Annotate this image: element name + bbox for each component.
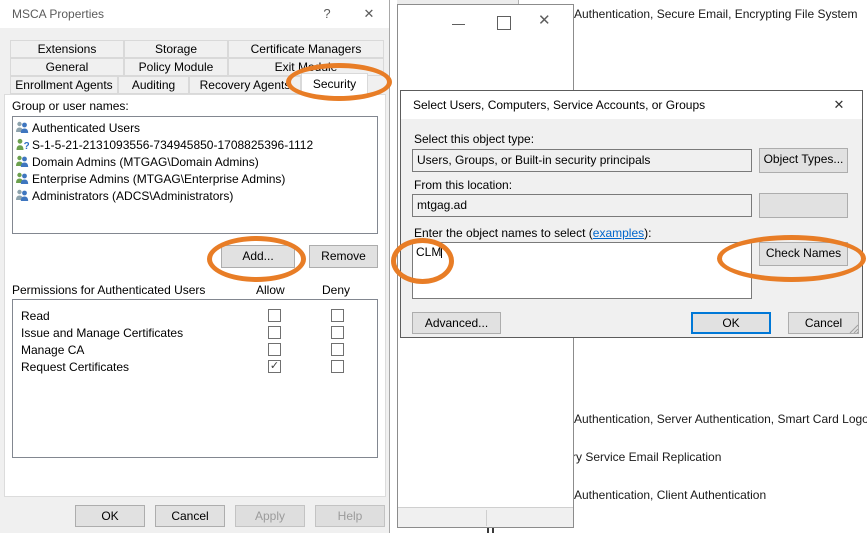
allow-column-header: Allow [256,283,285,297]
help-icon[interactable]: ? [314,5,340,23]
msca-properties-dialog: MSCA Properties ? ✕ Extensions Storage C… [0,0,390,533]
allow-checkbox-request-certificates[interactable]: ✓ [268,360,281,373]
tab-security[interactable]: Security [301,73,368,95]
permissions-label: Permissions for Authenticated Users [12,283,205,297]
title-bar: Select Users, Computers, Service Account… [401,91,862,119]
tab-storage[interactable]: Storage [124,40,228,58]
label-text: Enter the object names to select ( [414,226,593,240]
clipped-text-fragment [487,528,501,533]
tab-auditing[interactable]: Auditing [118,76,189,94]
close-icon[interactable]: ✕ [356,5,382,23]
permission-row-read: Read [13,308,377,325]
select-users-dialog: Select Users, Computers, Service Account… [400,90,863,338]
object-names-label: Enter the object names to select (exampl… [414,226,651,240]
help-button[interactable]: Help [315,505,385,527]
tab-row-3: Enrollment Agents Auditing Recovery Agen… [10,76,368,94]
permission-label: Manage CA [21,343,84,357]
list-item-administrators[interactable]: Administrators (ADCS\Administrators) [13,187,377,204]
unknown-user-icon: ? [15,138,29,151]
minimize-icon[interactable] [452,24,465,25]
deny-checkbox-request-certificates[interactable] [331,360,344,373]
input-value: CLM [416,245,441,259]
svg-text:?: ? [24,141,29,151]
label-text: ): [644,226,651,240]
cancel-button[interactable]: Cancel [155,505,225,527]
dialog-title: MSCA Properties [12,7,104,21]
allow-checkbox-manage-ca[interactable] [268,343,281,356]
location-label: From this location: [414,178,512,192]
permission-label: Issue and Manage Certificates [21,326,183,340]
permission-row-request-certificates: Request Certificates ✓ [13,359,377,376]
ok-button[interactable]: OK [691,312,771,334]
apply-button: Apply [235,505,305,527]
group-icon [15,155,29,168]
tab-certificate-managers[interactable]: Certificate Managers [228,40,384,58]
tab-policy-module[interactable]: Policy Module [124,58,228,76]
resize-grip[interactable] [849,324,859,334]
permission-label: Request Certificates [21,360,129,374]
examples-link[interactable]: examples [593,226,644,240]
list-item-domain-admins[interactable]: Domain Admins (MTGAG\Domain Admins) [13,153,377,170]
allow-checkbox-issue-manage[interactable] [268,326,281,339]
list-item-unresolved-sid[interactable]: ? S-1-5-21-2131093556-734945850-17088253… [13,136,377,153]
add-button[interactable]: Add... [221,245,295,268]
maximize-icon[interactable] [497,16,511,30]
object-types-button[interactable]: Object Types... [759,148,848,173]
list-item-label: Administrators (ADCS\Administrators) [32,189,233,203]
group-names-list: Authenticated Users ? S-1-5-21-213109355… [12,116,378,234]
tab-general[interactable]: General [10,58,124,76]
dialog-title: Select Users, Computers, Service Account… [413,98,705,112]
check-names-button[interactable]: Check Names [759,242,848,266]
close-icon[interactable]: ✕ [828,96,850,114]
tab-enrollment-agents[interactable]: Enrollment Agents [10,76,118,94]
allow-checkbox-read[interactable] [268,309,281,322]
close-icon[interactable]: ✕ [538,11,551,31]
list-item-enterprise-admins[interactable]: Enterprise Admins (MTGAG\Enterprise Admi… [13,170,377,187]
desktop: Authentication, Secure Email, Encrypting… [0,0,867,533]
object-names-input[interactable]: CLM [412,242,752,299]
locations-button[interactable] [759,193,848,218]
list-item-authenticated-users[interactable]: Authenticated Users [13,119,377,136]
remove-button[interactable]: Remove [309,245,378,268]
permission-row-issue-manage: Issue and Manage Certificates [13,325,377,342]
list-item-label: S-1-5-21-2131093556-734945850-1708825396… [32,138,313,152]
deny-checkbox-manage-ca[interactable] [331,343,344,356]
group-icon [15,172,29,185]
list-item-label: Authenticated Users [32,121,140,135]
status-bar-divider [486,510,487,526]
text-caret [441,246,442,258]
group-names-label: Group or user names: [12,99,129,113]
advanced-button[interactable]: Advanced... [412,312,501,334]
permission-label: Read [21,309,50,323]
title-bar: MSCA Properties ? ✕ [0,0,389,28]
deny-column-header: Deny [322,283,350,297]
permission-row-manage-ca: Manage CA [13,342,377,359]
location-field[interactable]: mtgag.ad [412,194,752,217]
list-item-label: Domain Admins (MTGAG\Domain Admins) [32,155,259,169]
background-text-line: Authentication, Secure Email, Encrypting… [574,7,857,21]
deny-checkbox-read[interactable] [331,309,344,322]
tab-recovery-agents[interactable]: Recovery Agents [189,76,301,94]
group-icon [15,189,29,202]
tab-row-1: Extensions Storage Certificate Managers [10,40,384,58]
permissions-list: Read Issue and Manage Certificates Manag… [12,299,378,458]
background-text-line: Authentication, Server Authentication, S… [574,412,867,426]
background-text-line: ry Service Email Replication [572,450,721,464]
status-bar [398,507,573,527]
tab-extensions[interactable]: Extensions [10,40,124,58]
group-icon [15,121,29,134]
ok-button[interactable]: OK [75,505,145,527]
list-item-label: Enterprise Admins (MTGAG\Enterprise Admi… [32,172,285,186]
background-text-line: Authentication, Client Authentication [574,488,766,502]
object-type-label: Select this object type: [414,132,534,146]
object-type-field[interactable]: Users, Groups, or Built-in security prin… [412,149,752,172]
deny-checkbox-issue-manage[interactable] [331,326,344,339]
